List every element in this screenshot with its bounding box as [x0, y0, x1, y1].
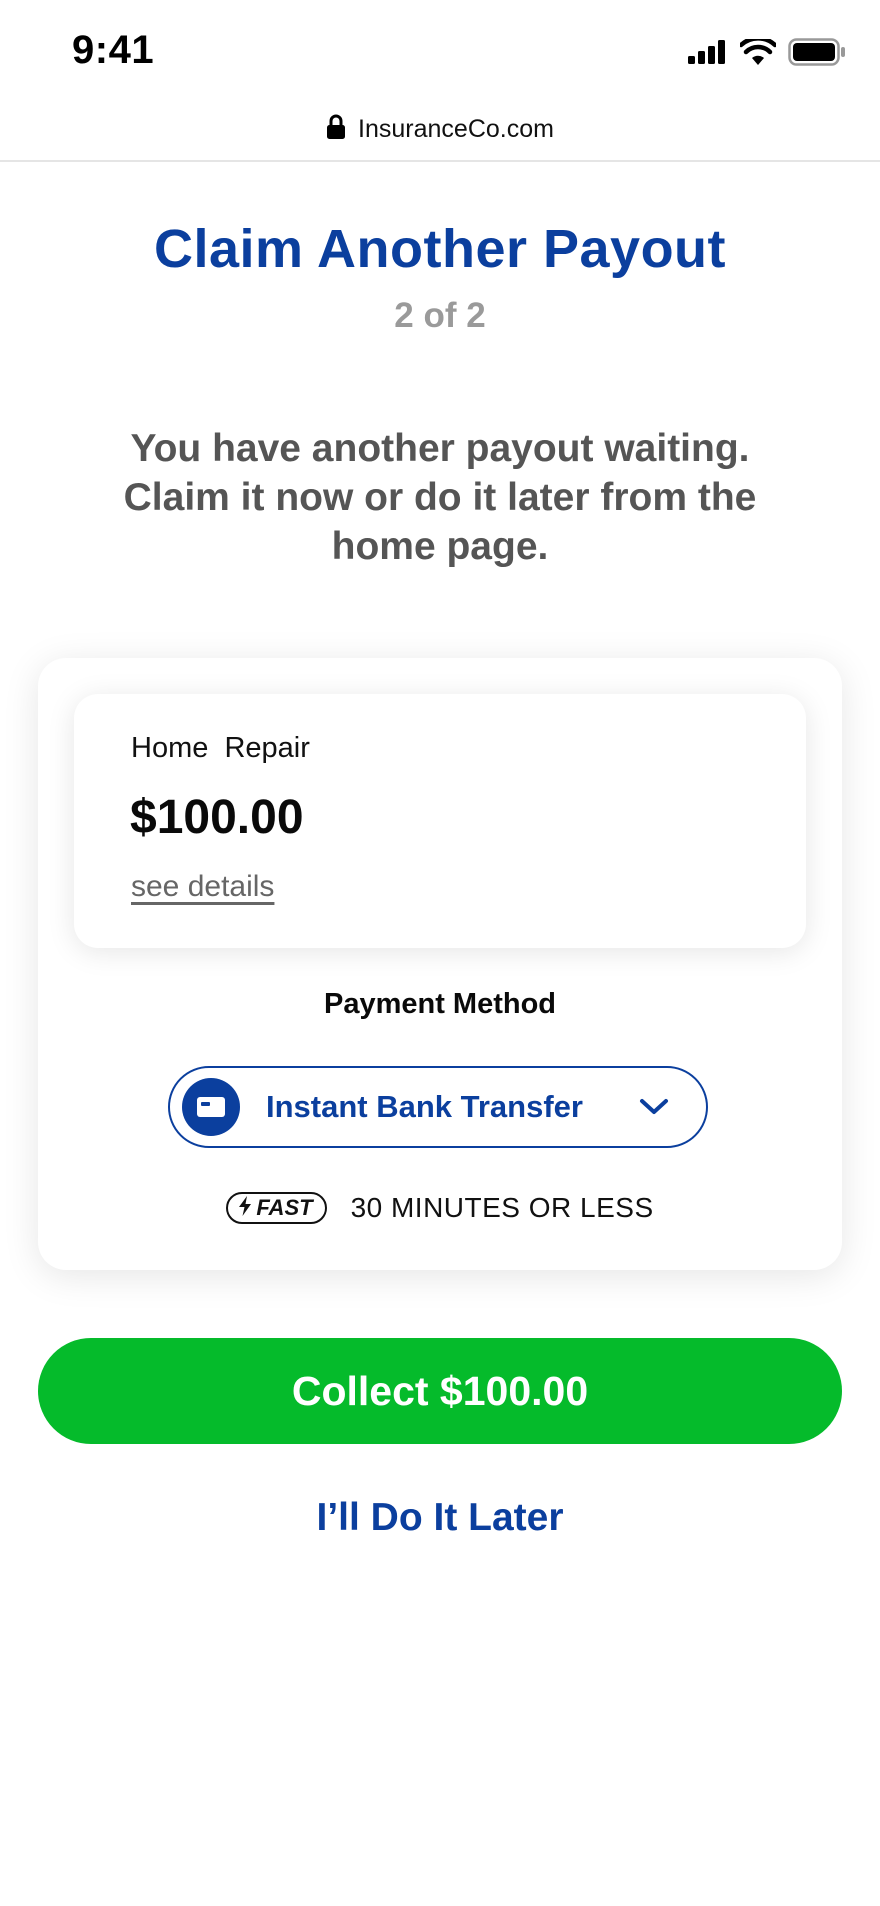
lightning-icon	[238, 1195, 252, 1221]
claim-category: Home Repair	[131, 732, 310, 764]
status-icons	[688, 36, 846, 71]
signal-icon	[688, 40, 728, 69]
fast-badge: FAST	[226, 1192, 327, 1224]
fast-badge-label: FAST	[256, 1195, 313, 1220]
payout-message: You have another payout waiting. Claim i…	[123, 427, 757, 568]
url-text: InsuranceCo.com	[358, 114, 554, 143]
step-indicator: 2 of 2	[394, 296, 486, 335]
wifi-icon	[738, 36, 778, 70]
claim-amount: $100.00	[130, 791, 304, 844]
collect-payout-button[interactable]: Collect $100.00	[38, 1338, 842, 1444]
status-time: 9:41	[72, 28, 155, 72]
payment-method-value: Instant Bank Transfer	[266, 1089, 583, 1124]
browser-address-bar[interactable]: InsuranceCo.com	[0, 98, 880, 162]
claim-summary-card: Home Repair $100.00 see details	[74, 694, 806, 948]
see-details-link[interactable]: see details	[131, 870, 274, 904]
chevron-down-icon	[638, 1097, 670, 1117]
battery-icon	[788, 38, 846, 71]
transfer-speed-row: FAST 30 MINUTES OR LESS	[38, 1192, 842, 1224]
payout-card: Home Repair $100.00 see details Payment …	[38, 658, 842, 1270]
payment-method-label: Payment Method	[323, 988, 557, 1020]
claim-payout-screen: 9:41 InsuranceCo.com Claim Another Payou…	[0, 0, 880, 1906]
bank-card-icon	[182, 1078, 240, 1136]
lock-icon	[326, 114, 346, 145]
do-it-later-link[interactable]: I’ll Do It Later	[0, 1496, 880, 1540]
payment-method-dropdown[interactable]: Instant Bank Transfer	[168, 1066, 708, 1148]
transfer-speed-text: 30 MINUTES OR LESS	[350, 1192, 654, 1223]
page-title: Claim Another Payout	[153, 219, 727, 279]
status-bar: 9:41	[0, 0, 880, 100]
